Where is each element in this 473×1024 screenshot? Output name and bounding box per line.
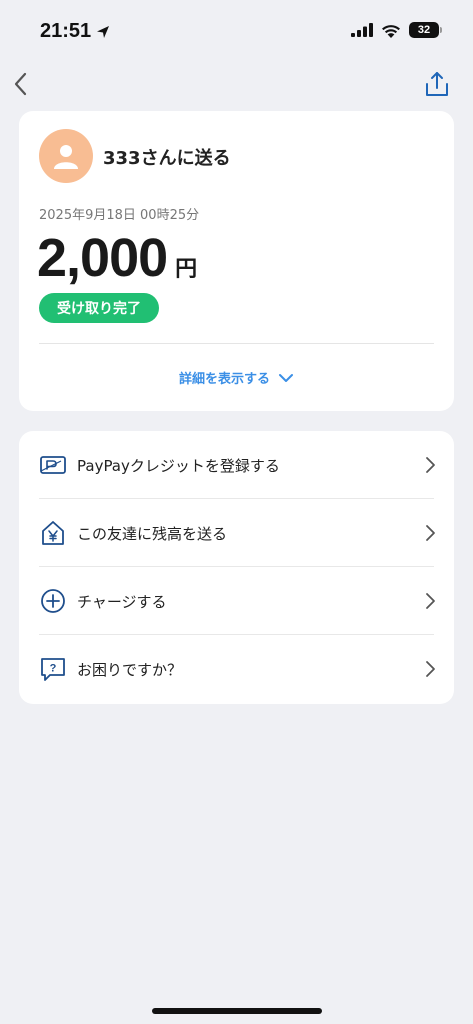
recipient-title: 333さんに送る: [103, 148, 231, 169]
menu-item-label: お困りですか？: [77, 660, 183, 679]
share-button[interactable]: [423, 68, 451, 100]
battery-level: 32: [417, 24, 431, 36]
nav-bar: [0, 64, 473, 104]
chevron-right-icon: [426, 457, 435, 473]
amount-value: 2,000: [37, 228, 168, 288]
menu-item-label: チャージする: [77, 592, 167, 611]
divider: [39, 343, 434, 344]
credit-card-icon: [39, 451, 67, 479]
back-button[interactable]: [10, 68, 34, 100]
actions-menu: PayPayクレジットを登録する この友達に残高を送る チャージする ? お困り…: [19, 431, 454, 704]
share-icon: [426, 72, 448, 96]
amount-row: 2,000 円: [37, 227, 197, 289]
chevron-left-icon: [14, 72, 27, 96]
home-indicator[interactable]: [152, 1008, 322, 1014]
chevron-right-icon: [426, 661, 435, 677]
signal-icon: [351, 23, 373, 37]
menu-item-charge[interactable]: チャージする: [19, 567, 454, 635]
user-icon: [54, 145, 78, 169]
chevron-down-icon: [279, 373, 293, 382]
plus-circle-icon: [39, 587, 67, 615]
status-time: 21:51: [40, 20, 111, 43]
status-badge: 受け取り完了: [39, 293, 159, 323]
chevron-right-icon: [426, 525, 435, 541]
currency-label: 円: [175, 257, 198, 282]
chevron-right-icon: [426, 593, 435, 609]
location-arrow-icon: [97, 25, 110, 38]
menu-item-label: この友達に残高を送る: [77, 524, 228, 543]
wifi-icon: [382, 24, 400, 38]
battery-icon: 32: [409, 22, 442, 38]
status-time-text: 21:51: [40, 20, 92, 42]
status-indicators: 32: [351, 22, 442, 38]
help-bubble-icon: ?: [39, 655, 67, 683]
show-details-button[interactable]: 詳細を表示する: [19, 368, 454, 387]
transaction-datetime: 2025年9月18日 00時25分: [39, 208, 200, 223]
transaction-card: 333さんに送る 2025年9月18日 00時25分 2,000 円 受け取り完…: [19, 111, 454, 411]
svg-text:?: ?: [50, 663, 57, 675]
menu-item-register-credit[interactable]: PayPayクレジットを登録する: [19, 431, 454, 499]
show-details-label: 詳細を表示する: [178, 372, 270, 387]
menu-item-help[interactable]: ? お困りですか？: [19, 635, 454, 703]
avatar: [39, 129, 93, 183]
menu-item-send-balance[interactable]: この友達に残高を送る: [19, 499, 454, 567]
status-bar: 21:51 32: [0, 0, 473, 60]
menu-item-label: PayPayクレジットを登録する: [77, 456, 280, 475]
home-yen-icon: [39, 519, 67, 547]
